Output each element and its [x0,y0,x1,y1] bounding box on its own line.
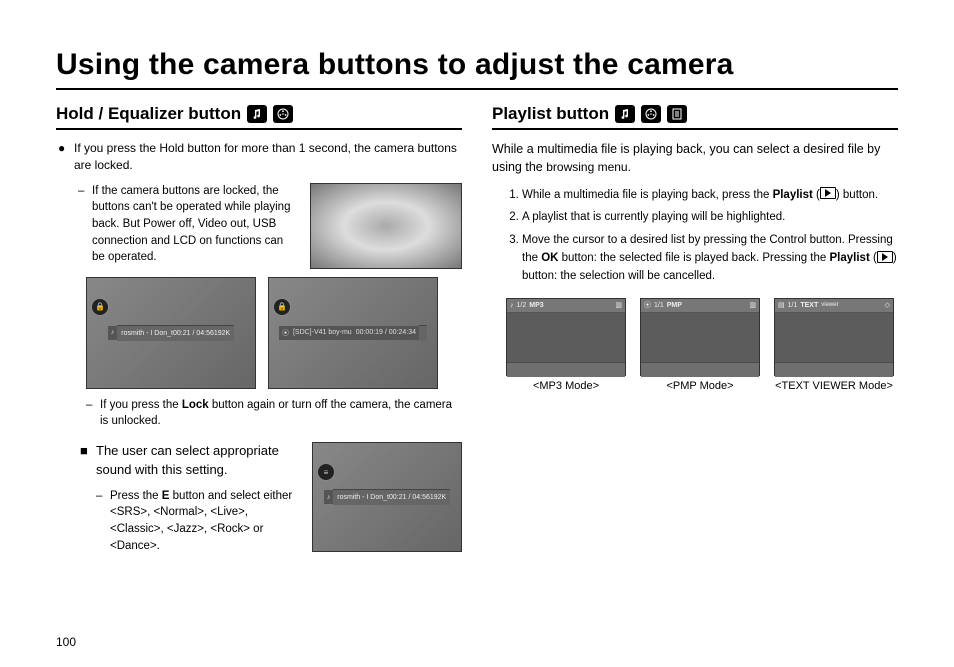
page-title: Using the camera buttons to adjust the c… [56,48,898,90]
pmp-mode-card: ⦿1/1PMP▥ <PMP Mode> [640,298,760,392]
equalizer-bullet: The user can select appropriate sound wi… [78,442,300,480]
eq-track-time: 00:21 / 04:56 [389,494,430,501]
reel-icon [641,105,661,123]
step-2: A playlist that is currently playing wil… [522,209,898,227]
unlock-note: If you press the Lock button again or tu… [86,397,462,430]
text-mode-thumb: ▤1/1TEXTviewer◇ [774,298,894,376]
playlist-steps: While a multimedia file is playing back,… [492,187,898,286]
track-time: 00:21 / 04:56 [173,330,214,337]
equalizer-row: The user can select appropriate sound wi… [78,442,462,554]
eq-track-bitrate: 192K [430,494,446,501]
lock-screenshots: ♪ 🔒 rosmith - I Don_t 00:21 / 04:56 192K… [86,277,462,389]
mp3-mode-card: ♪1/2MP3▥ <MP3 Mode> [506,298,626,392]
equalizer-screenshot: ♪ ≡ rosmith - I Don_t 00:21 / 04:56 192K [312,442,462,552]
text-mode-card: ▤1/1TEXTviewer◇ <TEXT VIEWER Mode> [774,298,894,392]
heading-text: Playlist button [492,104,609,124]
heading-text: Hold / Equalizer button [56,104,241,124]
play-icon [820,187,836,199]
mp3-locked-screenshot: ♪ 🔒 rosmith - I Don_t 00:21 / 04:56 192K [86,277,256,389]
right-column: Playlist button While a multimedia file … [492,104,898,563]
document-icon [667,105,687,123]
pmp-mode-label: <PMP Mode> [640,380,760,392]
video-time: 00:00:19 / 00:24:34 [356,329,416,336]
video-title: [SDC]-V41 boy-mu [293,329,352,336]
video-locked-screenshot: ⦿ [SDC]-V41 boy-mu 00:00:19 / 00:24:34 🔒 [268,277,438,389]
eq-track-name: rosmith - I Don_t [337,494,389,501]
lock-description: If the camera buttons are locked, the bu… [78,183,298,266]
equalizer-icon: ≡ [317,463,335,481]
step-1: While a multimedia file is playing back,… [522,187,898,205]
track-name: rosmith - I Don_t [121,330,173,337]
playlist-intro: While a multimedia file is playing back,… [492,140,898,177]
lock-description-row: If the camera buttons are locked, the bu… [78,183,462,269]
play-icon [877,251,893,263]
page-number: 100 [56,635,76,649]
music-note-icon [247,105,267,123]
reel-icon [273,105,293,123]
mp3-mode-thumb: ♪1/2MP3▥ [506,298,626,376]
equalizer-options: Press the E button and select either <SR… [96,488,300,555]
track-bitrate: 192K [214,330,230,337]
content-columns: Hold / Equalizer button If you press the… [56,104,898,563]
text-mode-label: <TEXT VIEWER Mode> [774,380,894,392]
step-3: Move the cursor to a desired list by pre… [522,232,898,285]
pmp-mode-thumb: ⦿1/1PMP▥ [640,298,760,376]
music-note-icon [615,105,635,123]
lock-icon: 🔒 [273,298,291,316]
hold-bullet: If you press the Hold button for more th… [56,140,462,175]
mp3-mode-label: <MP3 Mode> [506,380,626,392]
lock-icon: 🔒 [91,298,109,316]
playlist-heading: Playlist button [492,104,898,130]
camera-top-photo [310,183,462,269]
mode-thumbnails: ♪1/2MP3▥ <MP3 Mode> ⦿1/1PMP▥ <PMP Mode> … [506,298,898,392]
hold-equalizer-heading: Hold / Equalizer button [56,104,462,130]
left-column: Hold / Equalizer button If you press the… [56,104,462,563]
